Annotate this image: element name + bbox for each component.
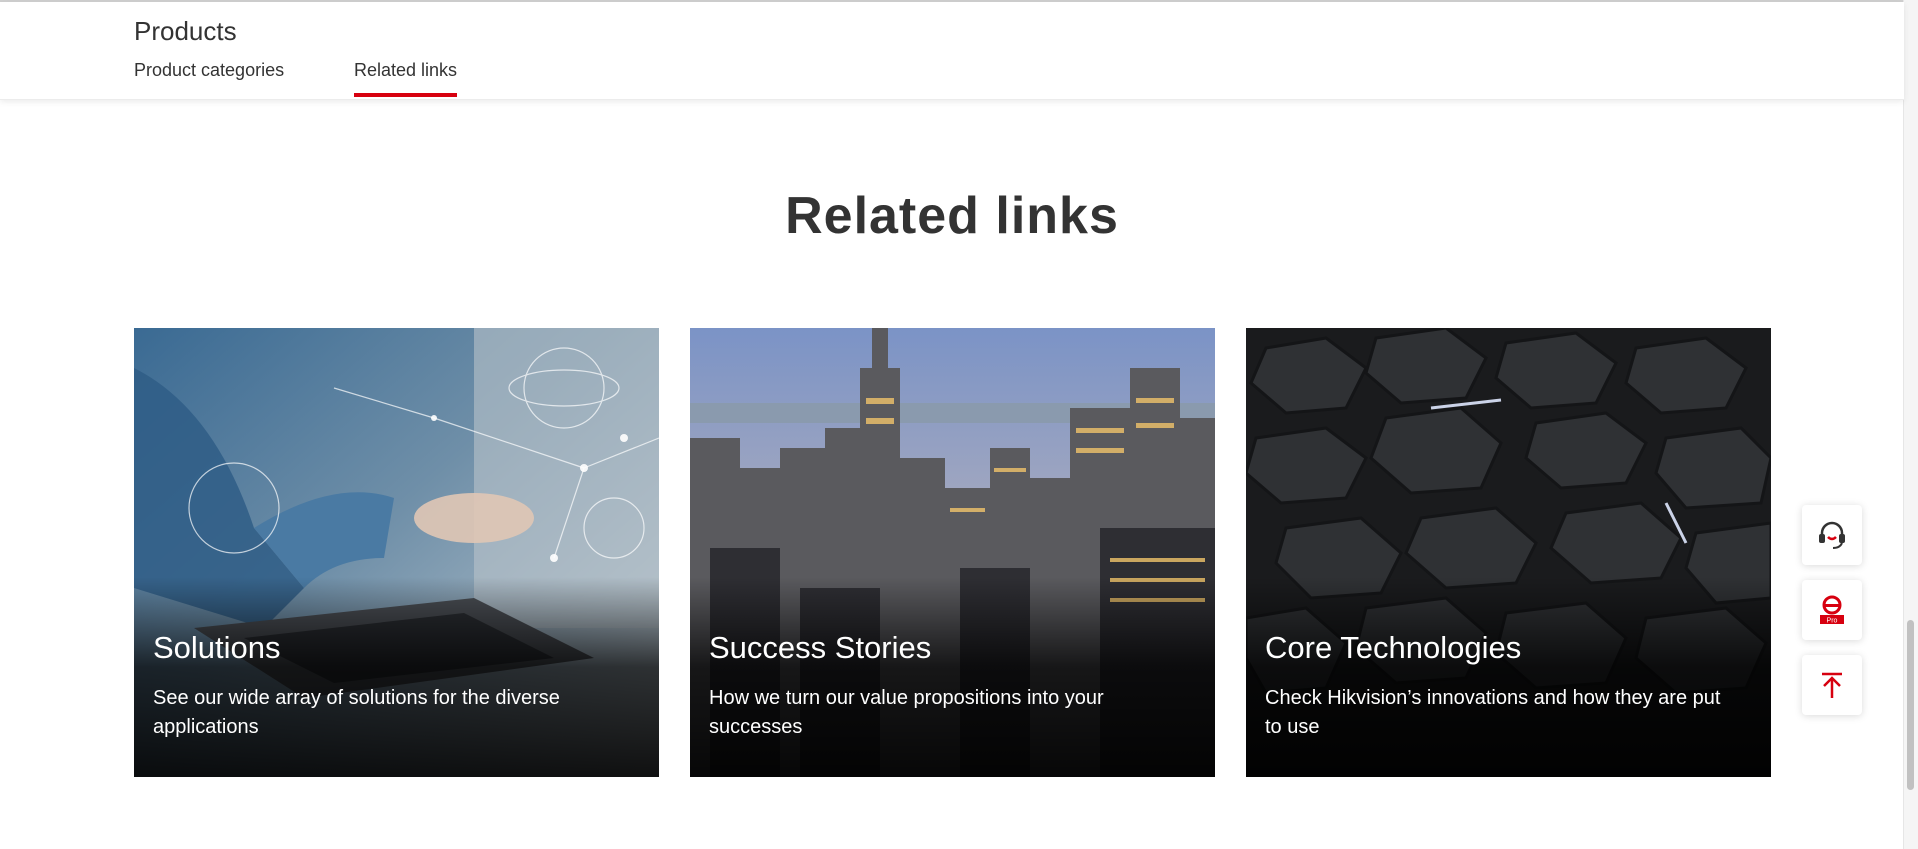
tab-related-links[interactable]: Related links (354, 58, 458, 98)
card-description: See our wide array of solutions for the … (153, 687, 560, 738)
tab-product-categories[interactable]: Product categories (134, 58, 284, 98)
back-to-top-button[interactable] (1802, 655, 1862, 715)
back-to-top-icon (1822, 672, 1842, 698)
customer-service-button[interactable] (1802, 505, 1862, 565)
section-heading: Related links (785, 187, 1119, 245)
card-success-stories[interactable]: Success Stories How we turn our value pr… (690, 328, 1215, 777)
scrollbar-thumb[interactable] (1907, 620, 1914, 790)
card-description: How we turn our value propositions into … (709, 687, 1104, 738)
card-title: Success Stories (709, 630, 932, 665)
card-title: Core Technologies (1265, 630, 1522, 665)
card-description: Check Hikvision’s innovations and how th… (1265, 687, 1721, 738)
page-scrollbar[interactable] (1903, 0, 1918, 849)
subnav-title: Products (134, 16, 237, 46)
card-shade (134, 577, 659, 777)
headset-icon (1819, 521, 1845, 549)
product-subnav: Products Product categories Related link… (0, 2, 1904, 100)
card-core-technologies[interactable]: Core Technologies Check Hikvision’s inno… (1246, 328, 1771, 777)
card-shade (690, 577, 1215, 777)
card-solutions[interactable]: Solutions See our wide array of solution… (134, 328, 659, 777)
pro-badge-text: Pro (1827, 618, 1838, 625)
card-title: Solutions (153, 630, 281, 665)
hikvision-pro-button[interactable]: Pro (1802, 580, 1862, 640)
hikvision-pro-icon: Pro (1820, 595, 1844, 625)
floating-action-bar: Pro (1802, 505, 1862, 730)
card-shade (1246, 577, 1771, 777)
